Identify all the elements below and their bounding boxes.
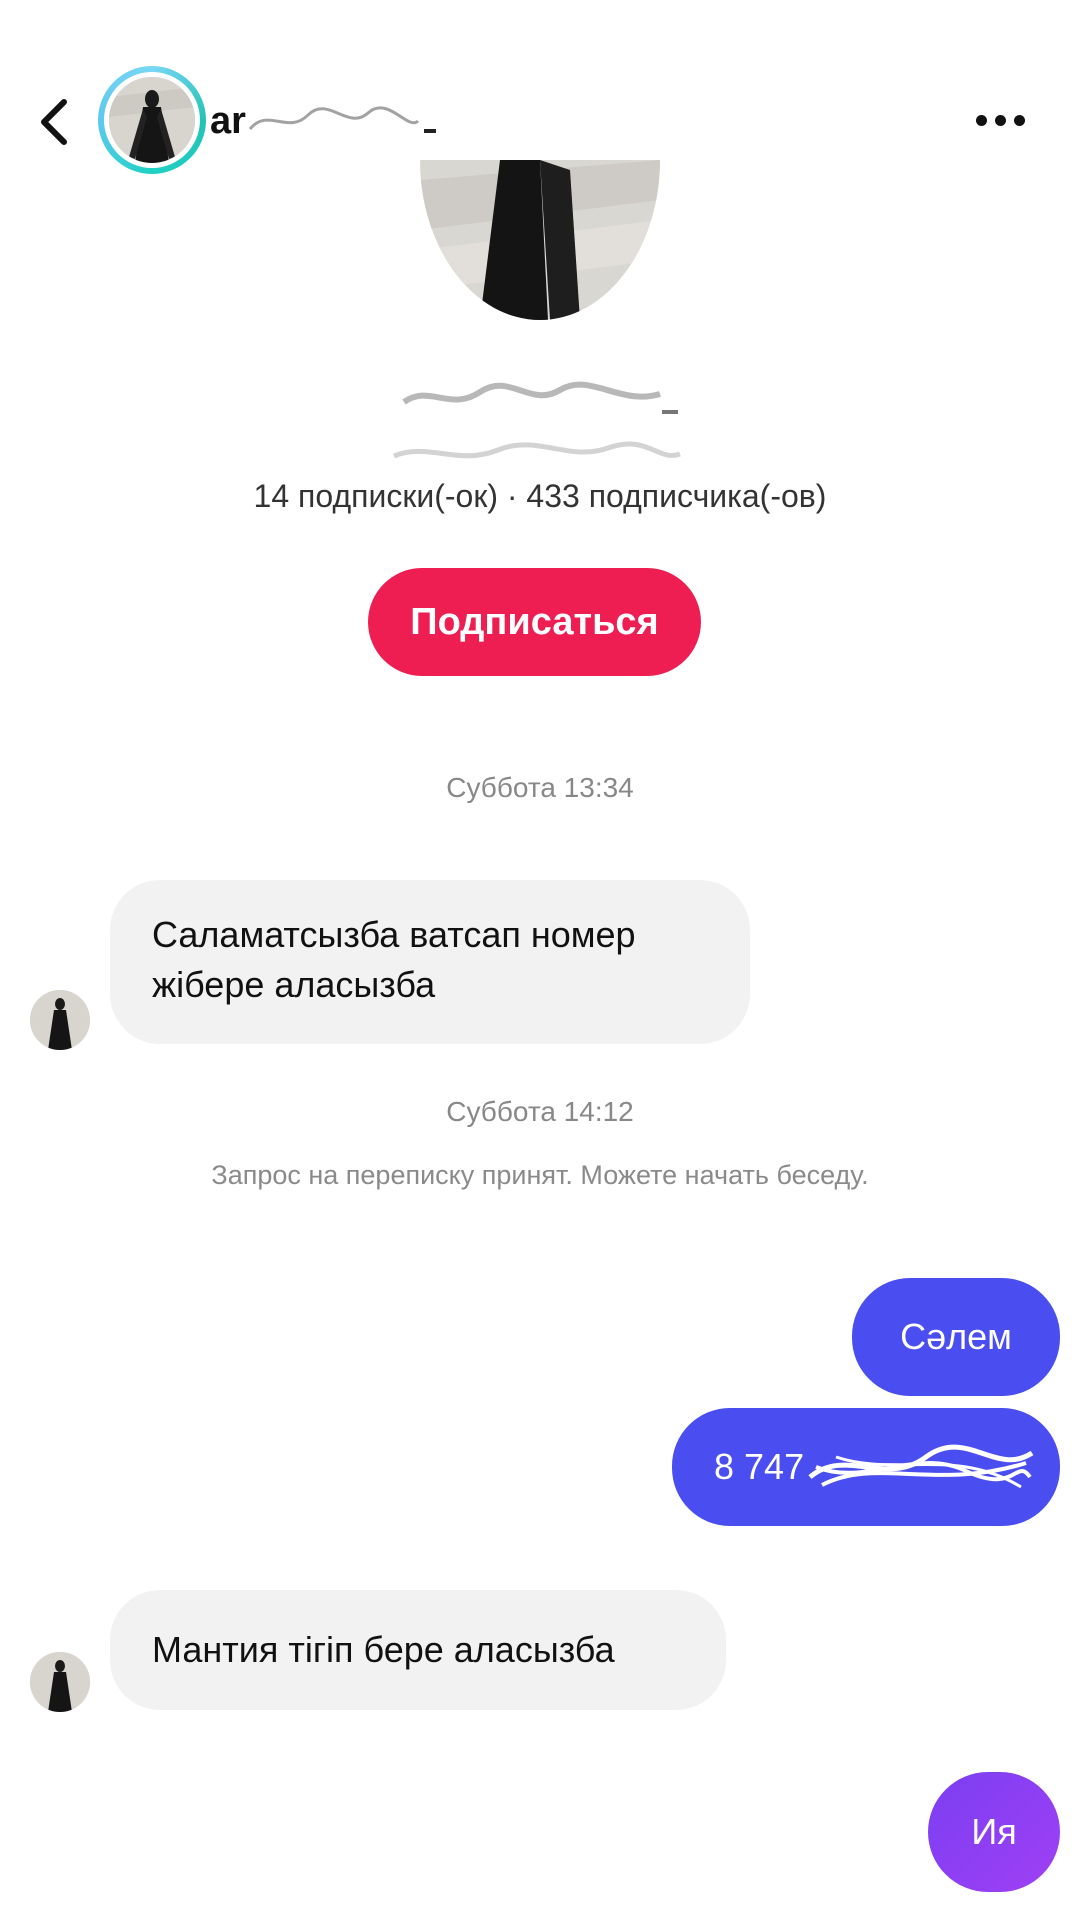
redacted-phone-scribble [808, 1444, 1034, 1489]
chat-timestamp: Суббота 13:34 [446, 772, 634, 803]
message-outgoing[interactable]: Ия [928, 1772, 1060, 1892]
header-username[interactable]: ar [210, 96, 438, 146]
sender-avatar[interactable] [30, 990, 90, 1050]
header-avatar[interactable] [98, 66, 206, 174]
redacted-profile-name [402, 381, 678, 414]
message-incoming[interactable]: Саламатсызба ватсап номер жібере аласызб… [110, 880, 750, 1044]
more-horizontal-icon [975, 114, 987, 126]
redacted-profile-handle [393, 441, 681, 459]
message-outgoing[interactable]: Сәлем [852, 1278, 1060, 1396]
profile-photo [420, 160, 660, 320]
follow-button[interactable]: Подписаться [368, 568, 701, 676]
redacted-username-scribble [248, 106, 436, 133]
avatar-photo [30, 990, 90, 1050]
avatar-photo [30, 1652, 90, 1712]
sender-avatar[interactable] [30, 1652, 90, 1712]
back-button[interactable] [28, 88, 84, 152]
message-outgoing-phone[interactable]: 8 747 [672, 1408, 1060, 1526]
more-dot [1013, 114, 1025, 126]
avatar-photo [109, 77, 195, 163]
username-text: ar [210, 99, 246, 142]
chat-timestamp: Суббота 14:12 [446, 1096, 634, 1127]
profile-stats: 14 подписки(-ок) · 433 подписчика(-ов) [253, 478, 827, 514]
more-dot [994, 114, 1006, 126]
message-incoming[interactable]: Мантия тігіп бере аласызба [110, 1590, 726, 1710]
more-options-button[interactable] [970, 100, 1030, 140]
chevron-left-icon [41, 99, 67, 145]
system-message: Запрос на переписку принят. Можете начат… [211, 1160, 869, 1190]
profile-avatar[interactable] [420, 160, 660, 320]
phone-number-text: 8 747 [714, 1446, 805, 1487]
